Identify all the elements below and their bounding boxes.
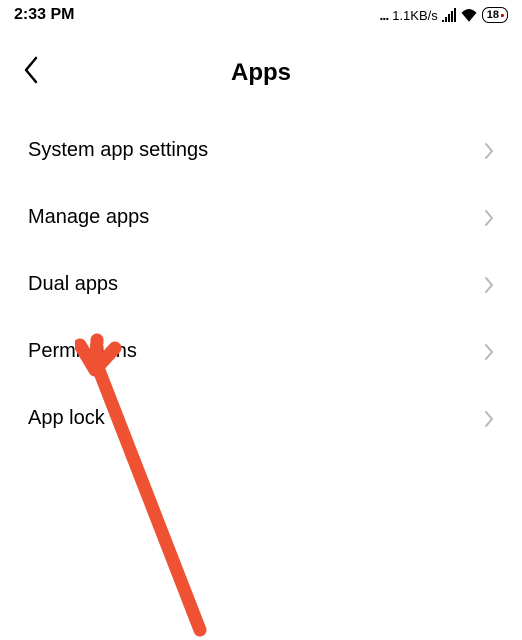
- settings-list: System app settings Manage apps Dual app…: [0, 107, 522, 462]
- setting-app-lock[interactable]: App lock: [0, 385, 522, 452]
- battery-icon: 18: [482, 7, 508, 23]
- chevron-right-icon: [484, 410, 494, 428]
- setting-label: Permissions: [28, 340, 137, 363]
- chevron-right-icon: [484, 276, 494, 294]
- status-bar: 2:33 PM ... 1.1KB/s 18: [0, 0, 522, 28]
- setting-label: Manage apps: [28, 206, 149, 229]
- chevron-right-icon: [484, 142, 494, 160]
- setting-dual-apps[interactable]: Dual apps: [0, 251, 522, 318]
- page-title: Apps: [0, 59, 522, 87]
- battery-level: 18: [487, 9, 499, 21]
- setting-label: System app settings: [28, 139, 208, 162]
- setting-permissions[interactable]: Permissions: [0, 318, 522, 385]
- wifi-icon: [460, 8, 478, 22]
- chevron-right-icon: [484, 343, 494, 361]
- setting-manage-apps[interactable]: Manage apps: [0, 184, 522, 251]
- status-right: ... 1.1KB/s 18: [380, 7, 508, 23]
- data-speed: 1.1KB/s: [392, 8, 438, 23]
- setting-system-app-settings[interactable]: System app settings: [0, 117, 522, 184]
- signal-icon: [442, 8, 456, 22]
- setting-label: App lock: [28, 407, 105, 430]
- chevron-right-icon: [484, 209, 494, 227]
- page-header: Apps: [0, 28, 522, 107]
- status-time: 2:33 PM: [14, 6, 74, 24]
- more-dots-icon: ...: [380, 7, 389, 23]
- setting-label: Dual apps: [28, 273, 118, 296]
